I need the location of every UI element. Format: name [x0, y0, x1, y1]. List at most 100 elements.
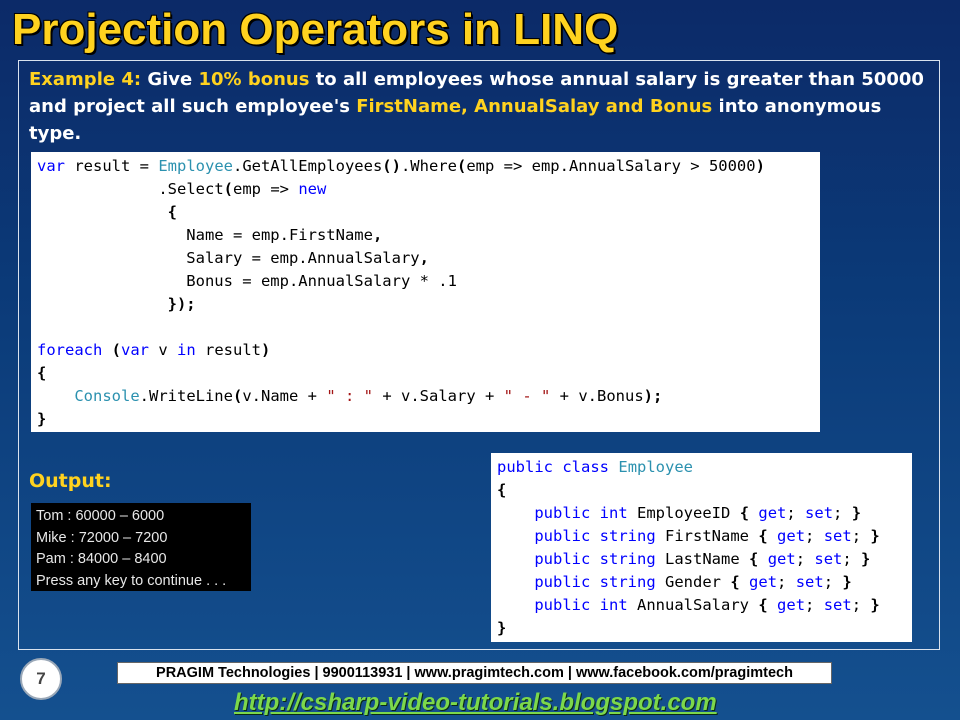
code-string: " : " — [326, 387, 373, 405]
example-highlight-fields: FirstName, AnnualSalay and Bonus — [356, 96, 713, 117]
property-type: string — [599, 550, 656, 568]
property-type: int — [599, 596, 628, 614]
code-line-5: Salary = emp.AnnualSalary, — [37, 249, 429, 267]
accessor-text: ; — [833, 504, 852, 522]
accessor-text: ; — [823, 573, 843, 591]
code-line-9: foreach (var v in result) — [37, 341, 270, 359]
output-label: Output: — [29, 470, 112, 492]
code-line-6: Bonus = emp.AnnualSalary * .1 — [37, 272, 457, 290]
property-accessors: { get; set; } — [758, 527, 879, 545]
code-text: v — [149, 341, 178, 359]
accessor-keyword: get — [749, 573, 778, 591]
accessor-text: ; — [851, 527, 871, 545]
property-name: FirstName — [665, 527, 750, 545]
code-keyword: foreach — [37, 341, 103, 359]
accessor-brace: } — [870, 527, 880, 545]
accessor-brace: { — [739, 504, 750, 522]
accessor-keyword: set — [805, 504, 834, 522]
code-punct: () — [382, 157, 401, 175]
code-text: emp => — [233, 180, 299, 198]
accessor-text: ; — [805, 596, 824, 614]
property-line: public int AnnualSalary { get; set; } — [534, 596, 879, 614]
code-text: .Where — [400, 157, 457, 175]
accessor-text — [740, 573, 749, 591]
accessor-keyword: get — [767, 550, 796, 568]
code-line-12: } — [37, 410, 47, 428]
property-accessors: { get; set; } — [758, 596, 879, 614]
property-accessors: { get; set; } — [730, 573, 851, 591]
accessor-brace: } — [851, 504, 862, 522]
property-name: LastName — [665, 550, 740, 568]
example-description: Example 4: Give 10% bonus to all employe… — [29, 66, 929, 147]
footer-contact-bar: PRAGIM Technologies | 9900113931 | www.p… — [117, 662, 832, 684]
accessor-keyword: get — [777, 596, 806, 614]
code-type: Employee — [158, 157, 233, 175]
code-punct: ( — [111, 341, 122, 359]
accessor-brace: } — [861, 550, 871, 568]
code-text: Name = emp.FirstName — [37, 226, 373, 244]
class-open-brace: { — [497, 481, 507, 499]
console-line: Pam : 84000 – 8400 — [36, 551, 167, 567]
example-highlight-bonus: 10% bonus — [198, 69, 310, 90]
class-close-brace: } — [497, 619, 507, 637]
code-text: emp => emp.AnnualSalary > 50000 — [466, 157, 756, 175]
accessor-keyword: set — [795, 573, 824, 591]
property-name: AnnualSalary — [637, 596, 749, 614]
console-output: Tom : 60000 – 6000 Mike : 72000 – 7200 P… — [31, 503, 251, 591]
code-line-3: { — [37, 203, 177, 221]
accessor-brace: { — [749, 550, 759, 568]
code-line-2: .Select(emp => new — [37, 180, 326, 198]
code-line-4: Name = emp.FirstName, — [37, 226, 382, 244]
page-number-badge: 7 — [20, 658, 62, 700]
accessor-text: ; — [842, 550, 862, 568]
code-text: v.Name + — [242, 387, 327, 405]
code-keyword: public — [534, 596, 591, 614]
accessor-keyword: get — [758, 504, 787, 522]
accessor-text: ; — [786, 504, 806, 522]
code-punct: , — [419, 249, 429, 267]
code-text: .WriteLine — [139, 387, 233, 405]
blog-link[interactable]: http://csharp-video-tutorials.blogspot.c… — [234, 688, 724, 718]
code-punct: ); — [643, 387, 663, 405]
example-label: Example 4: — [29, 69, 142, 90]
code-keyword: in — [177, 341, 196, 359]
property-accessors: { get; set; } — [740, 504, 861, 522]
code-punct: ( — [232, 387, 243, 405]
property-line: public string FirstName { get; set; } — [534, 527, 879, 545]
console-line: Press any key to continue . . . — [36, 572, 227, 589]
accessor-keyword: get — [777, 527, 806, 545]
property-line: public int EmployeeID { get; set; } — [534, 504, 861, 522]
code-punct: ( — [223, 180, 233, 198]
code-punct: ) — [755, 157, 765, 175]
property-type: int — [599, 504, 628, 522]
code-text: + v.Salary + — [373, 387, 504, 405]
accessor-text — [749, 504, 758, 522]
accessor-brace: } — [842, 573, 852, 591]
accessor-text: ; — [795, 550, 815, 568]
code-line-11: Console.WriteLine(v.Name + " : " + v.Sal… — [37, 387, 662, 405]
code-string: " - " — [503, 387, 551, 405]
accessor-text: ; — [805, 527, 824, 545]
code-line-1: var result = Employee.GetAllEmployees().… — [37, 157, 765, 175]
code-text: result = — [65, 157, 159, 175]
code-line-10: { — [37, 364, 47, 382]
accessor-keyword: set — [814, 550, 843, 568]
accessor-keyword: set — [823, 527, 852, 545]
accessor-text — [758, 550, 767, 568]
code-punct: ( — [456, 157, 467, 175]
example-text-1: Give — [141, 69, 199, 90]
accessor-brace: { — [758, 527, 768, 545]
code-text: .GetAllEmployees — [232, 157, 383, 175]
code-keyword: public — [534, 573, 591, 591]
code-type: Console — [74, 387, 140, 405]
code-keyword: var — [37, 157, 65, 175]
code-text: .Select — [158, 180, 224, 198]
accessor-brace: { — [730, 573, 740, 591]
code-keyword: public — [534, 527, 591, 545]
accessor-text: ; — [851, 596, 871, 614]
code-keyword: public — [534, 504, 591, 522]
code-keyword: public — [497, 458, 553, 476]
class-declaration: public class Employee — [497, 458, 693, 476]
